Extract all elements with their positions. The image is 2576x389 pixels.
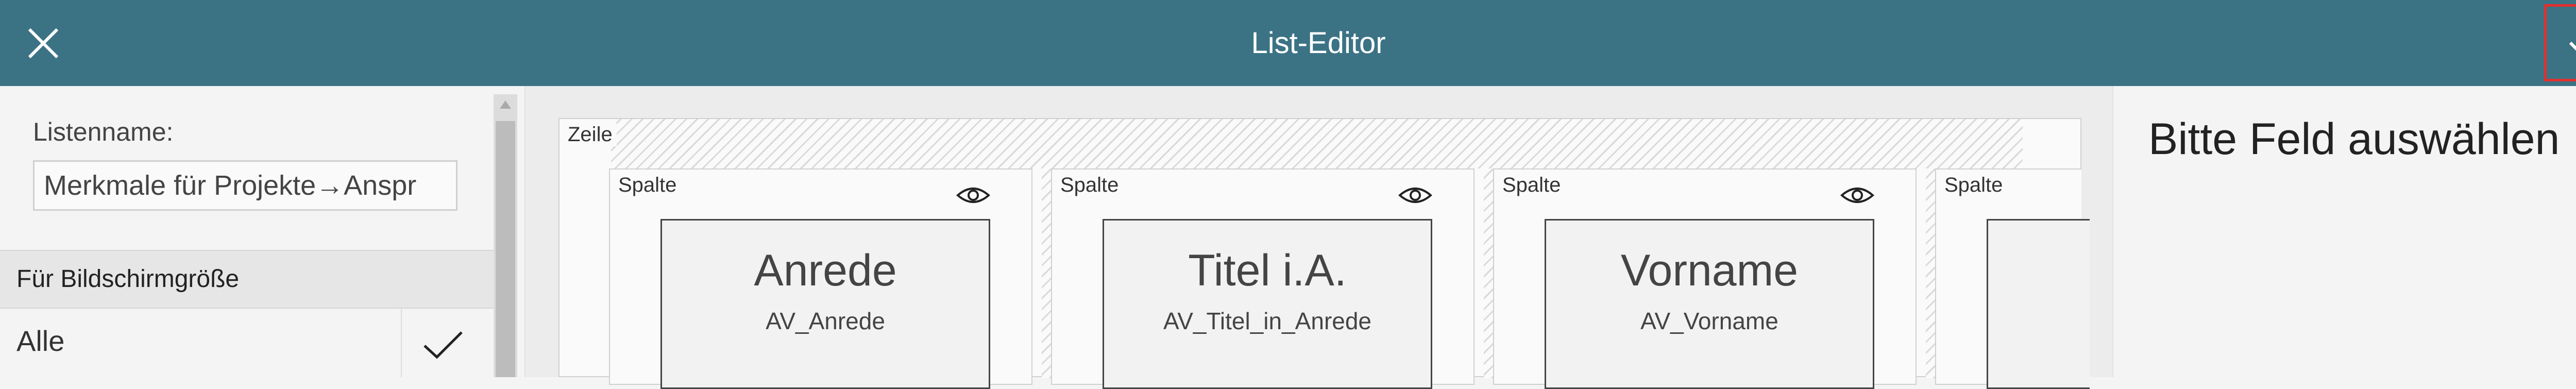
- eye-icon[interactable]: [956, 185, 991, 208]
- column-drop-zone: [1926, 168, 1935, 378]
- scroll-thumb[interactable]: [496, 121, 515, 377]
- divider: [401, 309, 402, 377]
- select-field-prompt: Bitte Feld auswählen: [2148, 114, 2560, 164]
- top-bar: List-Editor: [0, 0, 2576, 86]
- field-card-titel[interactable]: Titel i.A. AV_Titel_in_Anrede: [1103, 219, 1432, 389]
- field-technical-name: AV_Anrede: [766, 308, 885, 334]
- list-name-input[interactable]: Merkmale für Projekte→Anspr: [33, 160, 457, 211]
- column-drop-zone: [1042, 168, 1051, 378]
- field-title: Titel i.A.: [1188, 246, 1347, 295]
- column-label: Spalte: [1060, 174, 1119, 196]
- page-title: List-Editor: [1251, 26, 1386, 60]
- eye-icon[interactable]: [1840, 185, 1875, 208]
- left-panel-scrollbar[interactable]: [494, 94, 517, 377]
- field-title: Vorname: [1620, 246, 1799, 295]
- column-card[interactable]: Spalte Anrede AV_Anrede: [609, 168, 1032, 389]
- scroll-up-arrow-icon[interactable]: [500, 100, 511, 109]
- field-technical-name: AV_Vorname: [1640, 308, 1778, 334]
- column-label: Spalte: [1502, 174, 1561, 196]
- properties-panel: Bitte Feld auswählen: [2112, 86, 2576, 377]
- eye-icon[interactable]: [1398, 185, 1433, 208]
- column-card[interactable]: Spalte Vorname AV_Vorname: [1493, 168, 1917, 389]
- list-name-label: Listenname:: [33, 117, 174, 146]
- row-drop-zone: [611, 119, 2023, 168]
- column-label: Spalte: [618, 174, 677, 196]
- screen-size-section-header: Für Bildschirmgröße: [0, 250, 494, 309]
- field-card-vorname[interactable]: Vorname AV_Vorname: [1545, 219, 1874, 389]
- field-technical-name: AV_Titel_in_Anrede: [1163, 308, 1372, 334]
- confirm-button[interactable]: [2544, 4, 2576, 81]
- column-card[interactable]: Spalte Titel i.A. AV_Titel_in_Anrede: [1051, 168, 1475, 389]
- screen-size-item-label: Alle: [16, 325, 65, 357]
- column-card[interactable]: Spalte: [1935, 168, 2090, 389]
- field-card-anrede[interactable]: Anrede AV_Anrede: [660, 219, 990, 389]
- screen-size-item-alle[interactable]: Alle: [0, 309, 494, 377]
- column-label: Spalte: [1944, 174, 2003, 196]
- check-icon: [2569, 41, 2576, 51]
- selected-check-icon: [422, 329, 464, 363]
- field-card[interactable]: [1987, 219, 2090, 389]
- column-drop-zone: [1484, 168, 1493, 378]
- layout-canvas: Zeile Spalte Anrede AV_Anrede Spalte Tit…: [526, 86, 2112, 389]
- field-title: Anrede: [754, 246, 897, 295]
- row-container[interactable]: Zeile Spalte Anrede AV_Anrede Spalte Tit…: [558, 118, 2090, 389]
- left-panel: Listenname: Merkmale für Projekte→Anspr …: [0, 86, 526, 377]
- row-label: Zeile: [568, 123, 617, 146]
